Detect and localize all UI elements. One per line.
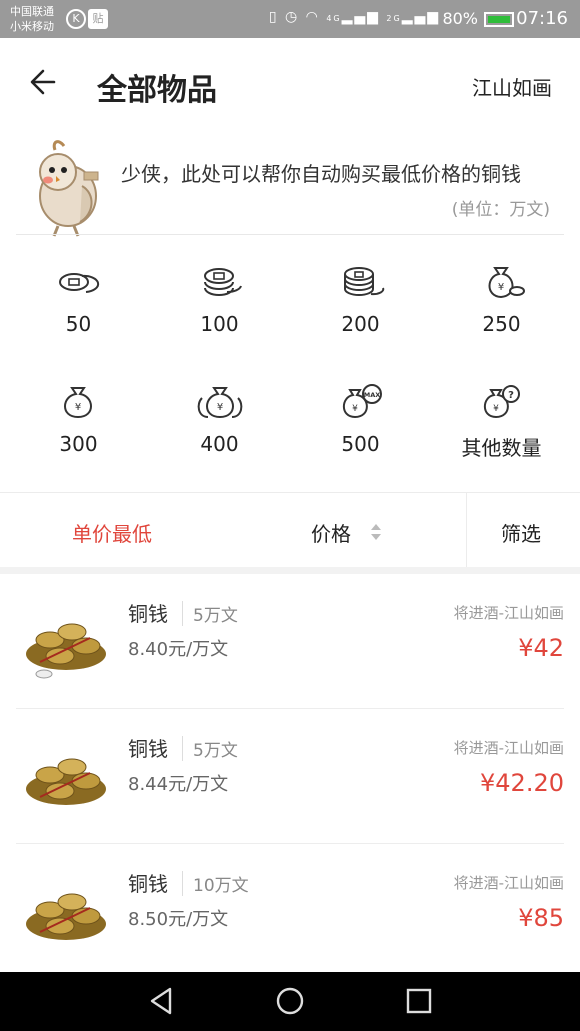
amount-label: 250 xyxy=(482,312,521,336)
svg-text:MAX: MAX xyxy=(363,391,380,399)
nav-back-icon[interactable] xyxy=(146,986,176,1016)
money-bag-icon: ¥ xyxy=(488,267,525,299)
svg-text:¥: ¥ xyxy=(352,404,358,414)
mascot-bird-icon xyxy=(39,140,99,237)
wifi-icon: ◠ xyxy=(305,9,320,25)
money-bag-question-icon: ¥ ? xyxy=(483,385,520,419)
tie-badge-icon: 贴 xyxy=(88,9,108,29)
copper-coins-thumbnail xyxy=(26,758,106,805)
item-quantity: 5万文 xyxy=(182,601,238,626)
item-price: ¥85 xyxy=(518,904,564,932)
unit-note: (单位：万文) xyxy=(451,200,550,220)
amount-option-300[interactable]: ¥ 300 xyxy=(8,384,149,494)
divider xyxy=(466,493,467,567)
network-4g-label: 4G xyxy=(326,14,342,23)
item-quantity: 5万文 xyxy=(182,736,238,761)
seller-server: 将进酒-江山如画 xyxy=(453,604,564,622)
unit-price: 8.44元/万文 xyxy=(128,774,229,795)
filter-bar: 单价最低 价格 筛选 xyxy=(0,492,580,567)
amount-option-50[interactable]: 50 xyxy=(8,264,149,374)
amount-option-500[interactable]: ¥ MAX 500 xyxy=(290,384,431,494)
network-2g-label: 2G xyxy=(386,14,402,23)
alarm-icon: ◷ xyxy=(284,9,300,25)
clock: 07:16 xyxy=(516,8,568,29)
sort-lowest-unit-price[interactable]: 单价最低 xyxy=(72,518,152,547)
listing-row[interactable]: 铜钱 10万文 8.50元/万文 将进酒-江山如画 ¥85 xyxy=(0,844,580,972)
listing-row[interactable]: 铜钱 5万文 8.44元/万文 将进酒-江山如画 ¥42.20 xyxy=(0,709,580,844)
copper-coins-thumbnail xyxy=(26,623,106,679)
item-name: 铜钱 xyxy=(128,737,168,761)
k-badge-icon: K xyxy=(66,9,86,29)
amount-label: 300 xyxy=(59,432,98,456)
amount-label: 其他数量 xyxy=(461,436,542,460)
amount-label: 500 xyxy=(341,432,380,456)
listing-row[interactable]: 铜钱 5万文 8.40元/万文 将进酒-江山如画 ¥42 xyxy=(0,574,580,709)
coins-small-icon xyxy=(58,273,99,293)
amount-option-other[interactable]: ¥ ? 其他数量 xyxy=(431,384,572,494)
money-bag-icon: ¥ xyxy=(63,387,92,419)
divider xyxy=(16,234,564,235)
amount-option-250[interactable]: ¥ 250 xyxy=(431,264,572,374)
svg-text:¥: ¥ xyxy=(74,402,80,413)
battery-percent: 80% xyxy=(442,9,478,28)
unit-price: 8.40元/万文 xyxy=(128,639,229,660)
item-price: ¥42 xyxy=(518,634,564,662)
carrier-info: 中国联通 小米移动 xyxy=(10,4,54,34)
carrier-2: 小米移动 xyxy=(10,20,54,33)
nav-recents-icon[interactable] xyxy=(404,986,434,1016)
svg-text:¥: ¥ xyxy=(497,282,503,293)
signal-icon: ▂▄▆ xyxy=(341,9,380,25)
svg-text:?: ? xyxy=(508,390,514,401)
system-nav-bar xyxy=(0,972,580,1031)
amount-option-200[interactable]: 200 xyxy=(290,264,431,374)
item-price: ¥42.20 xyxy=(480,769,564,797)
seller-server: 将进酒-江山如画 xyxy=(453,739,564,757)
item-quantity: 10万文 xyxy=(182,871,249,896)
page-title: 全部物品 xyxy=(97,73,217,108)
amount-label: 100 xyxy=(200,312,239,336)
money-bags-icon: ¥ xyxy=(197,387,242,419)
svg-text:¥: ¥ xyxy=(493,404,499,414)
carrier-1: 中国联通 xyxy=(10,5,54,18)
back-arrow-icon[interactable] xyxy=(24,62,64,102)
header: 全部物品 江山如画 xyxy=(0,38,580,131)
game-selector[interactable]: 江山如画 xyxy=(472,72,552,101)
amount-label: 200 xyxy=(341,312,380,336)
signal-icon: ▂▄▆ xyxy=(401,9,440,25)
copper-coins-thumbnail xyxy=(26,893,106,940)
intro-text: 少侠，此处可以帮你自动购买最低价格的铜钱 xyxy=(121,162,521,186)
filter-button[interactable]: 筛选 xyxy=(501,518,541,547)
money-bag-max-icon: ¥ MAX xyxy=(342,384,382,419)
amount-label: 50 xyxy=(65,312,92,336)
listing-list: 铜钱 5万文 8.40元/万文 将进酒-江山如画 ¥42 铜钱 5万文 8.44… xyxy=(0,574,580,972)
coins-stack-icon xyxy=(203,268,242,296)
vibrate-icon: ▯ xyxy=(268,9,279,25)
status-bar: 中国联通 小米移动 K 贴 ▯ ◷ ◠ 4G▂▄▆ 2G▂▄▆ 80% 07:1… xyxy=(0,0,580,38)
item-name: 铜钱 xyxy=(128,872,168,896)
amount-option-100[interactable]: 100 xyxy=(149,264,290,374)
coins-pile-icon xyxy=(343,267,384,296)
seller-server: 将进酒-江山如画 xyxy=(453,874,564,892)
amount-option-400[interactable]: ¥ 400 xyxy=(149,384,290,494)
svg-text:¥: ¥ xyxy=(216,402,222,413)
battery-icon xyxy=(484,12,514,27)
nav-home-icon[interactable] xyxy=(275,986,305,1016)
auto-buy-panel: 少侠，此处可以帮你自动购买最低价格的铜钱 (单位：万文) 50 100 200 … xyxy=(0,130,580,492)
item-name: 铜钱 xyxy=(128,602,168,626)
unit-price: 8.50元/万文 xyxy=(128,909,229,930)
sort-arrows-icon[interactable] xyxy=(370,523,382,541)
amount-label: 400 xyxy=(200,432,239,456)
sort-price[interactable]: 价格 xyxy=(311,518,351,547)
system-icons: ▯ ◷ ◠ 4G▂▄▆ 2G▂▄▆ xyxy=(269,9,440,25)
